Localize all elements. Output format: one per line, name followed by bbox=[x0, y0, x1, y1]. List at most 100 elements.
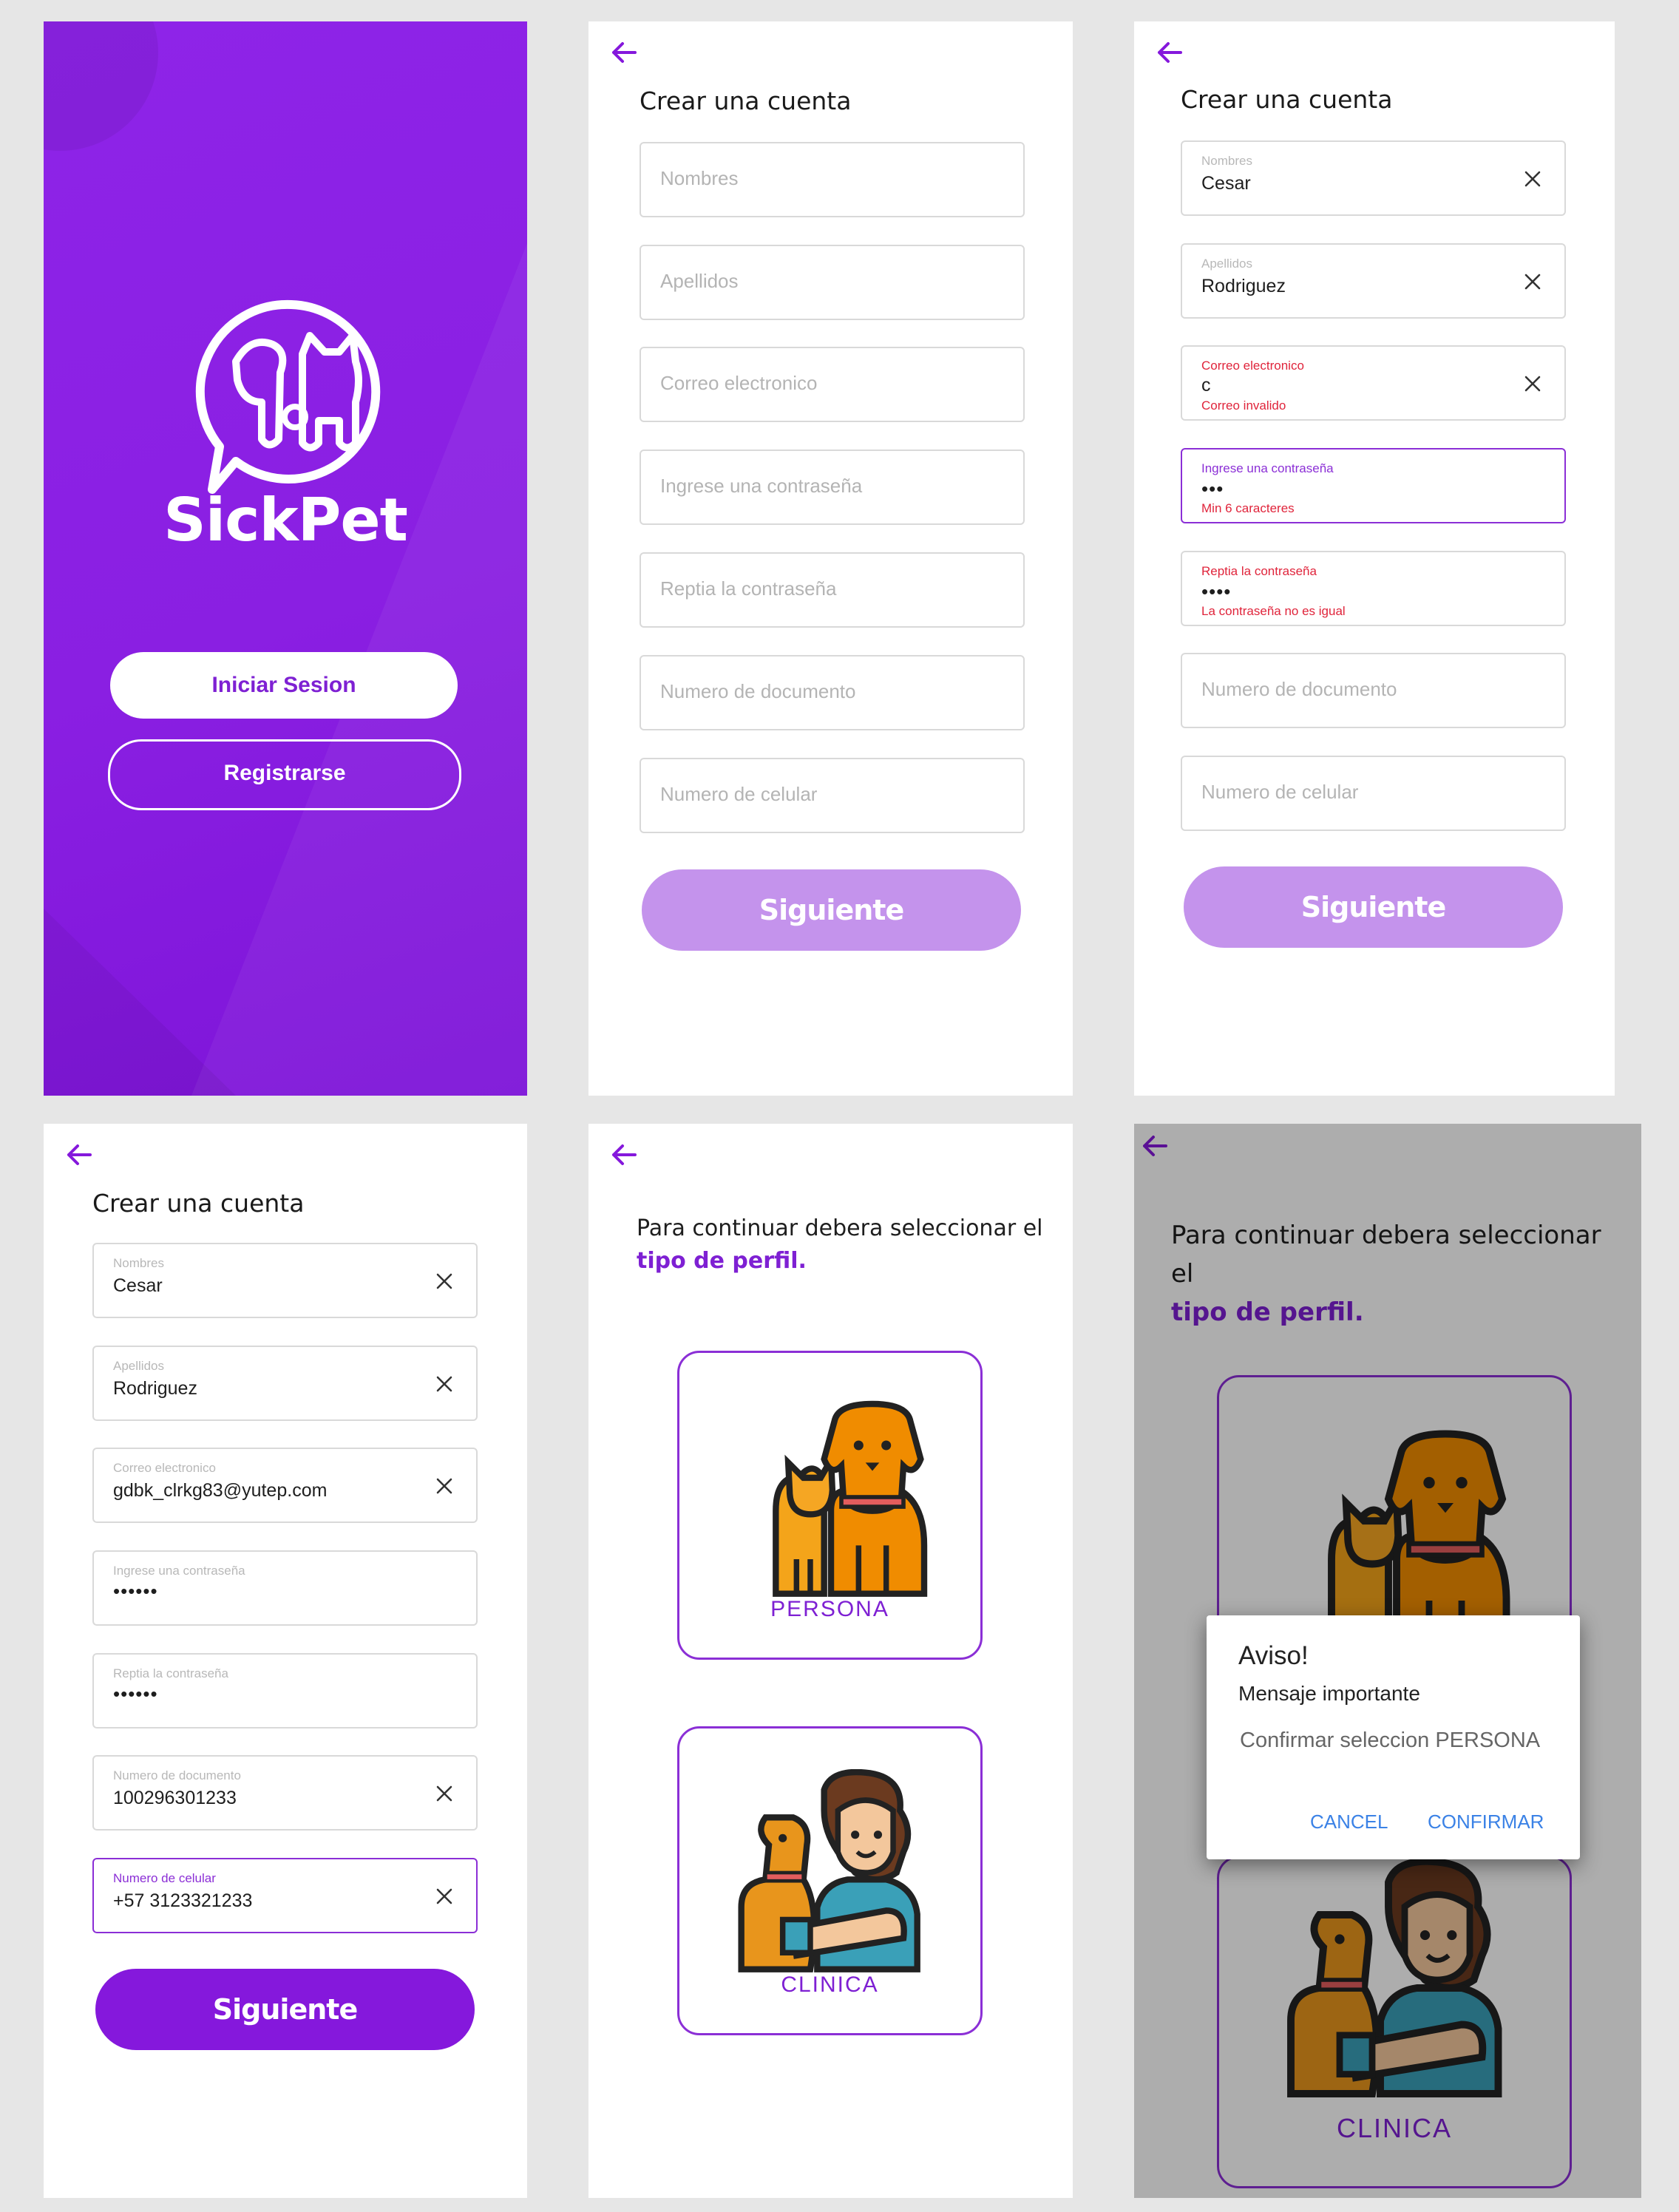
first-name-field[interactable]: Nombres bbox=[640, 142, 1025, 217]
repeat-password-field[interactable]: Reptia la contraseña bbox=[640, 552, 1025, 628]
password-field[interactable]: Ingrese una contraseña ••• Min 6 caracte… bbox=[1181, 448, 1566, 523]
decorative-shard bbox=[44, 243, 527, 1096]
field-label: Numero de celular bbox=[113, 1871, 216, 1885]
field-placeholder: Correo electronico bbox=[660, 372, 818, 394]
password-field[interactable]: Ingrese una contraseña •••••• bbox=[92, 1550, 478, 1626]
profile-type-screen: Para continuar debera seleccionar el tip… bbox=[589, 1124, 1073, 2198]
email-field[interactable]: Correo electronico gdbk_clrkg83@yutep.co… bbox=[92, 1448, 478, 1523]
cancel-button[interactable]: CANCEL bbox=[1310, 1811, 1388, 1833]
clinica-option-card[interactable]: CLINICA bbox=[677, 1726, 983, 2035]
profile-instructions: Para continuar debera seleccionar el tip… bbox=[637, 1212, 1051, 1278]
document-number-field[interactable]: Numero de documento bbox=[1181, 653, 1566, 728]
field-value: +57 3123321233 bbox=[113, 1890, 253, 1911]
clear-icon[interactable] bbox=[1523, 374, 1542, 393]
field-label: Numero de documento bbox=[113, 1768, 241, 1782]
field-placeholder: Numero de documento bbox=[1201, 678, 1397, 700]
back-arrow-icon[interactable] bbox=[608, 38, 638, 67]
signup-screen-errors: Crear una cuenta Nombres Cesar Apellidos… bbox=[1134, 21, 1615, 1096]
persona-option-label: PERSONA bbox=[770, 1597, 889, 1621]
dialog-subtitle: Mensaje importante bbox=[1238, 1682, 1420, 1705]
field-value: 100296301233 bbox=[113, 1788, 237, 1808]
field-value: •••• bbox=[1201, 580, 1232, 603]
instruction-highlight: tipo de perfil. bbox=[637, 1248, 807, 1274]
field-value: gdbk_clrkg83@yutep.com bbox=[113, 1480, 328, 1501]
field-placeholder: Numero de documento bbox=[660, 680, 856, 702]
next-button[interactable]: Siguiente bbox=[642, 869, 1021, 951]
clear-icon[interactable] bbox=[1523, 169, 1542, 189]
clinica-option-label: CLINICA bbox=[781, 1972, 879, 1997]
welcome-screen: SickPet Iniciar Sesion Registrarse bbox=[44, 21, 527, 1096]
field-label: Apellidos bbox=[1201, 257, 1252, 271]
sickpet-logo-icon bbox=[195, 299, 381, 494]
field-value: c bbox=[1201, 375, 1211, 396]
register-button[interactable]: Registrarse bbox=[108, 739, 461, 810]
confirm-button[interactable]: CONFIRMAR bbox=[1428, 1811, 1544, 1833]
repeat-password-field[interactable]: Reptia la contraseña •••••• bbox=[92, 1653, 478, 1728]
next-button[interactable]: Siguiente bbox=[1184, 866, 1563, 948]
dialog-title: Aviso! bbox=[1238, 1641, 1309, 1670]
instruction-text: Para continuar debera seleccionar el bbox=[637, 1215, 1043, 1241]
app-name: SickPet bbox=[163, 486, 408, 554]
field-label: Reptia la contraseña bbox=[1201, 564, 1317, 578]
signup-screen-complete: Crear una cuenta Nombres Cesar Apellidos… bbox=[44, 1124, 527, 2198]
field-placeholder: Nombres bbox=[660, 167, 739, 189]
first-name-field[interactable]: Nombres Cesar bbox=[92, 1243, 478, 1318]
next-button[interactable]: Siguiente bbox=[95, 1969, 475, 2050]
last-name-field[interactable]: Apellidos Rodriguez bbox=[1181, 243, 1566, 319]
repeat-password-field[interactable]: Reptia la contraseña •••• La contraseña … bbox=[1181, 551, 1566, 626]
field-label: Ingrese una contraseña bbox=[1201, 461, 1334, 475]
error-message: Min 6 caracteres bbox=[1201, 501, 1295, 515]
field-label: Ingrese una contraseña bbox=[113, 1564, 245, 1578]
field-value: •••••• bbox=[113, 1580, 158, 1602]
confirm-dialog: Aviso! Mensaje importante Confirmar sele… bbox=[1207, 1615, 1580, 1859]
email-field[interactable]: Correo electronico bbox=[640, 347, 1025, 422]
document-number-field[interactable]: Numero de documento 100296301233 bbox=[92, 1755, 478, 1831]
field-value: Cesar bbox=[113, 1275, 163, 1296]
field-placeholder: Ingrese una contraseña bbox=[660, 475, 863, 497]
clear-icon[interactable] bbox=[1523, 272, 1542, 291]
field-label: Nombres bbox=[113, 1256, 164, 1270]
signup-screen-empty: Crear una cuenta Nombres Apellidos Corre… bbox=[589, 21, 1073, 1096]
page-title: Crear una cuenta bbox=[1181, 85, 1393, 114]
clear-icon[interactable] bbox=[435, 1784, 454, 1803]
clear-icon[interactable] bbox=[435, 1476, 454, 1496]
profile-confirm-screen: Para continuar debera seleccionar el tip… bbox=[1134, 1124, 1641, 2198]
last-name-field[interactable]: Apellidos Rodriguez bbox=[92, 1346, 478, 1421]
dialog-message: Confirmar seleccion PERSONA bbox=[1240, 1728, 1541, 1752]
field-placeholder: Reptia la contraseña bbox=[660, 577, 837, 600]
field-value: Cesar bbox=[1201, 173, 1251, 194]
document-number-field[interactable]: Numero de documento bbox=[640, 655, 1025, 730]
phone-number-field[interactable]: Numero de celular bbox=[1181, 756, 1566, 831]
first-name-field[interactable]: Nombres Cesar bbox=[1181, 140, 1566, 216]
field-label: Reptia la contraseña bbox=[113, 1666, 228, 1680]
error-message: La contraseña no es igual bbox=[1201, 604, 1346, 618]
clear-icon[interactable] bbox=[435, 1374, 454, 1394]
pets-illustration-icon bbox=[727, 1394, 935, 1601]
field-label: Nombres bbox=[1201, 154, 1252, 168]
field-label: Correo electronico bbox=[1201, 359, 1304, 373]
last-name-field[interactable]: Apellidos bbox=[640, 245, 1025, 320]
field-value: •••••• bbox=[113, 1683, 158, 1705]
password-field[interactable]: Ingrese una contraseña bbox=[640, 449, 1025, 525]
clear-icon[interactable] bbox=[435, 1272, 454, 1291]
field-placeholder: Numero de celular bbox=[1201, 781, 1359, 803]
login-button[interactable]: Iniciar Sesion bbox=[110, 652, 458, 719]
back-arrow-icon[interactable] bbox=[1154, 38, 1184, 67]
field-value: ••• bbox=[1201, 478, 1224, 500]
email-field[interactable]: Correo electronico c Correo invalido bbox=[1181, 345, 1566, 421]
error-message: Correo invalido bbox=[1201, 398, 1286, 413]
phone-number-field[interactable]: Numero de celular bbox=[640, 758, 1025, 833]
clear-icon[interactable] bbox=[435, 1887, 454, 1906]
field-placeholder: Numero de celular bbox=[660, 783, 818, 805]
back-arrow-icon[interactable] bbox=[608, 1140, 638, 1170]
page-title: Crear una cuenta bbox=[92, 1189, 305, 1218]
field-value: Rodriguez bbox=[113, 1378, 197, 1399]
back-arrow-icon[interactable] bbox=[64, 1140, 93, 1170]
vet-illustration-icon bbox=[727, 1769, 935, 1976]
persona-option-card[interactable]: PERSONA bbox=[677, 1351, 983, 1660]
field-label: Apellidos bbox=[113, 1359, 164, 1373]
phone-number-field[interactable]: Numero de celular +57 3123321233 bbox=[92, 1858, 478, 1933]
field-placeholder: Apellidos bbox=[660, 270, 739, 292]
field-value: Rodriguez bbox=[1201, 276, 1286, 296]
page-title: Crear una cuenta bbox=[640, 86, 852, 115]
